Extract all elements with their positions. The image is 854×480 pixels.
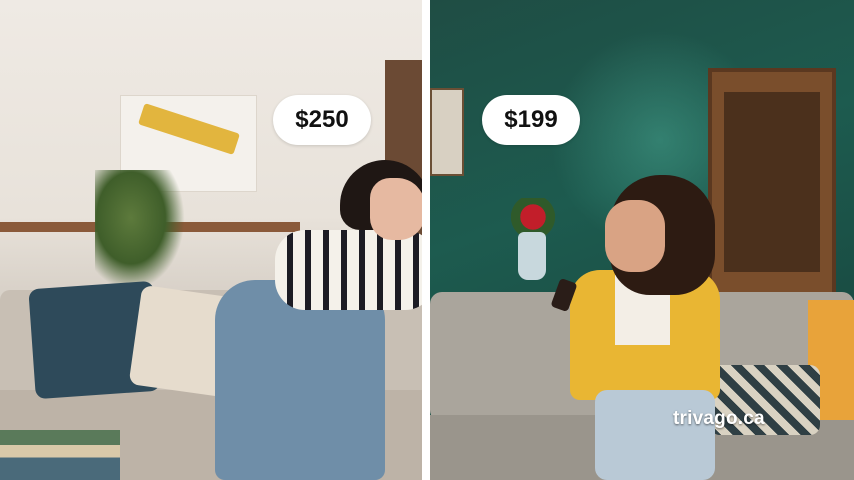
jeans <box>595 390 715 480</box>
vase <box>518 232 546 280</box>
person-right <box>550 175 735 480</box>
price-left: $250 <box>295 106 349 133</box>
overalls <box>215 280 385 480</box>
price-right: $199 <box>504 106 558 133</box>
striped-shirt <box>275 230 422 310</box>
person-left <box>205 160 422 480</box>
picture-frame <box>430 88 464 176</box>
price-badge-left: $250 <box>273 95 371 145</box>
red-flowers <box>508 198 558 236</box>
video-frame: $250 $199 trivago.ca <box>0 0 854 480</box>
house-plant <box>95 170 185 290</box>
price-badge-right: $199 <box>482 95 580 145</box>
face <box>370 178 422 240</box>
brand-watermark: trivago.ca <box>673 408 765 429</box>
left-scene-panel <box>0 0 422 480</box>
split-divider <box>422 0 430 480</box>
wall-art-stroke <box>138 103 240 155</box>
face <box>605 200 665 272</box>
right-scene-panel <box>430 0 854 480</box>
cabinet-glass <box>724 92 820 272</box>
book-stack <box>0 430 120 480</box>
